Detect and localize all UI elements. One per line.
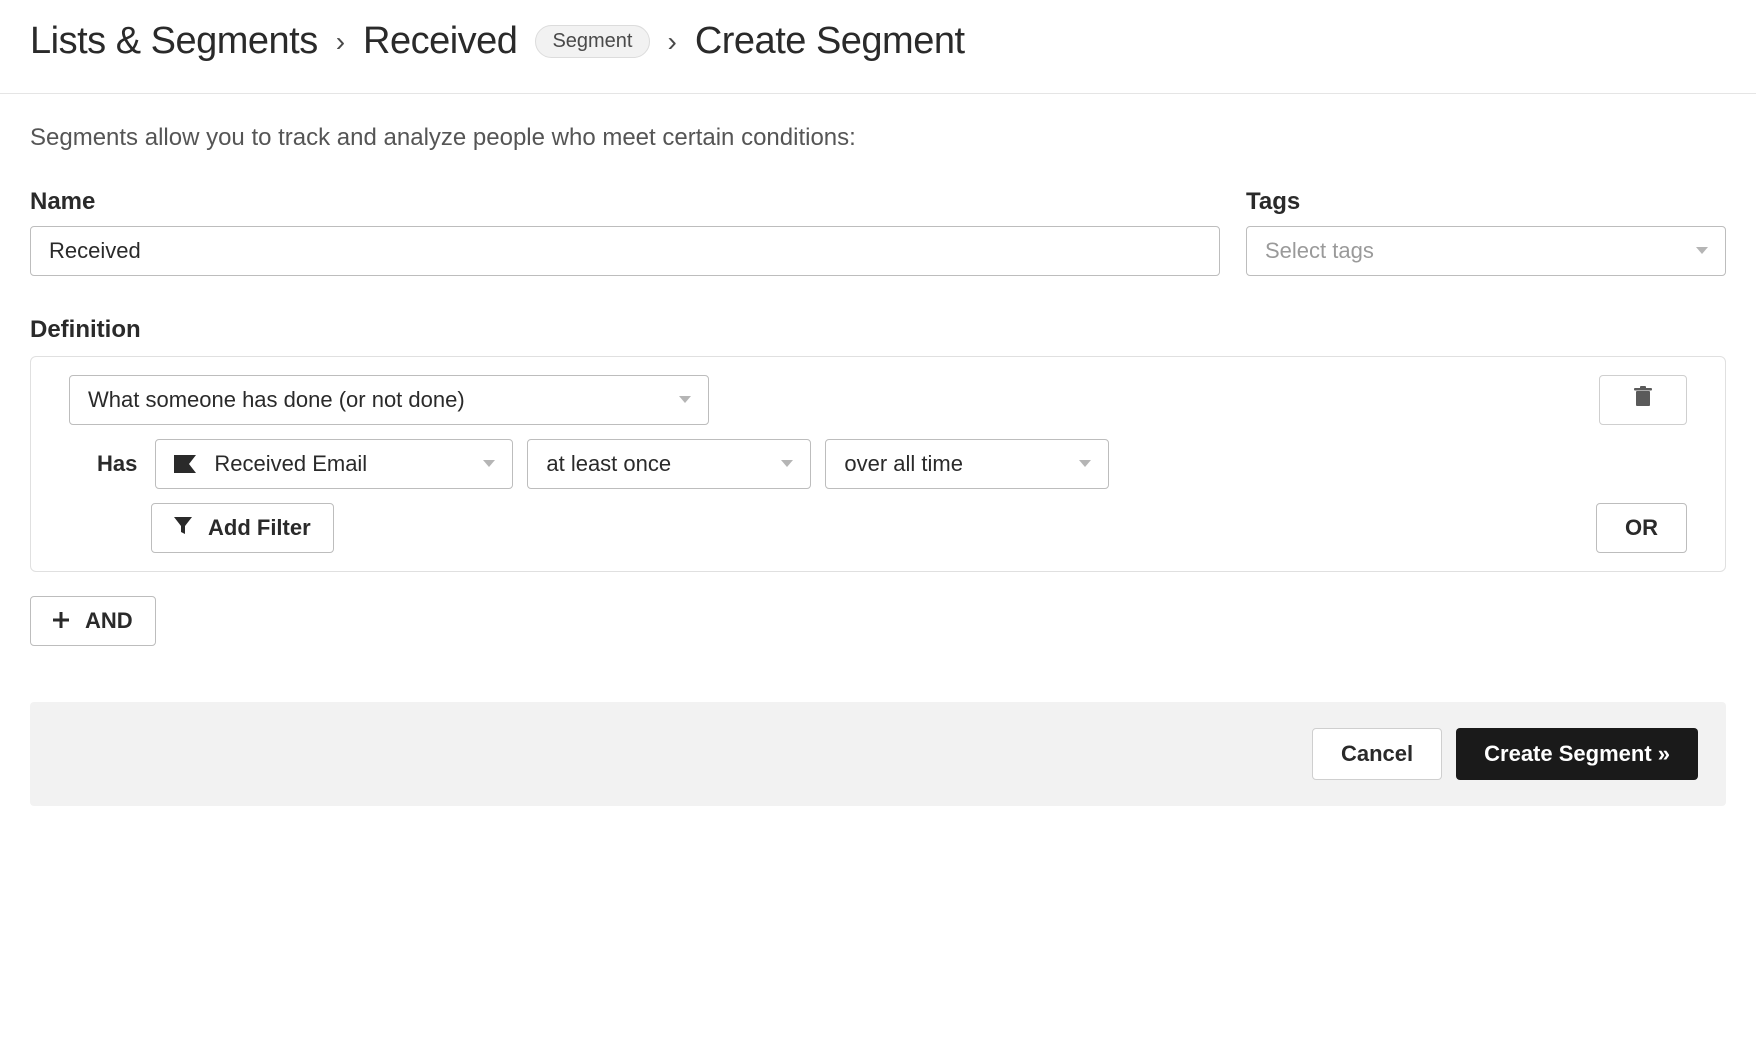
name-input[interactable] [30, 226, 1220, 276]
cancel-button[interactable]: Cancel [1312, 728, 1442, 780]
definition-label: Definition [30, 316, 1726, 344]
caret-down-icon [482, 459, 496, 469]
create-segment-button[interactable]: Create Segment » [1456, 728, 1698, 780]
trash-icon [1634, 386, 1652, 414]
filter-icon [174, 515, 192, 541]
segment-badge: Segment [535, 25, 649, 58]
frequency-select[interactable]: at least once [527, 439, 811, 489]
timeframe-value: over all time [844, 451, 963, 477]
chevron-right-icon: › [668, 26, 677, 58]
tags-label: Tags [1246, 188, 1726, 216]
tags-select[interactable]: Select tags [1246, 226, 1726, 276]
caret-down-icon [1078, 459, 1092, 469]
caret-down-icon [1695, 246, 1709, 256]
add-filter-label: Add Filter [208, 515, 311, 541]
timeframe-select[interactable]: over all time [825, 439, 1109, 489]
has-label: Has [97, 451, 137, 477]
breadcrumb-root[interactable]: Lists & Segments [30, 20, 318, 63]
delete-condition-button[interactable] [1599, 375, 1687, 425]
or-label: OR [1625, 515, 1658, 541]
add-filter-button[interactable]: Add Filter [151, 503, 334, 553]
and-label: AND [85, 608, 133, 634]
chevron-right-icon: › [336, 26, 345, 58]
caret-down-icon [780, 459, 794, 469]
or-button[interactable]: OR [1596, 503, 1687, 553]
frequency-value: at least once [546, 451, 671, 477]
breadcrumb-current: Create Segment [695, 20, 965, 63]
plus-icon [53, 608, 69, 634]
breadcrumb: Lists & Segments › Received Segment › Cr… [0, 0, 1756, 94]
caret-down-icon [678, 395, 692, 405]
definition-box: What someone has done (or not done) [30, 356, 1726, 572]
action-select[interactable]: Received Email [155, 439, 513, 489]
tags-placeholder: Select tags [1265, 238, 1374, 264]
and-button[interactable]: AND [30, 596, 156, 646]
condition-type-value: What someone has done (or not done) [88, 387, 465, 413]
condition-type-select[interactable]: What someone has done (or not done) [69, 375, 709, 425]
footer-bar: Cancel Create Segment » [30, 702, 1726, 806]
name-label: Name [30, 188, 1220, 216]
flag-icon [174, 455, 196, 473]
breadcrumb-parent[interactable]: Received [363, 20, 517, 63]
action-value: Received Email [214, 451, 367, 477]
intro-text: Segments allow you to track and analyze … [30, 124, 1726, 152]
